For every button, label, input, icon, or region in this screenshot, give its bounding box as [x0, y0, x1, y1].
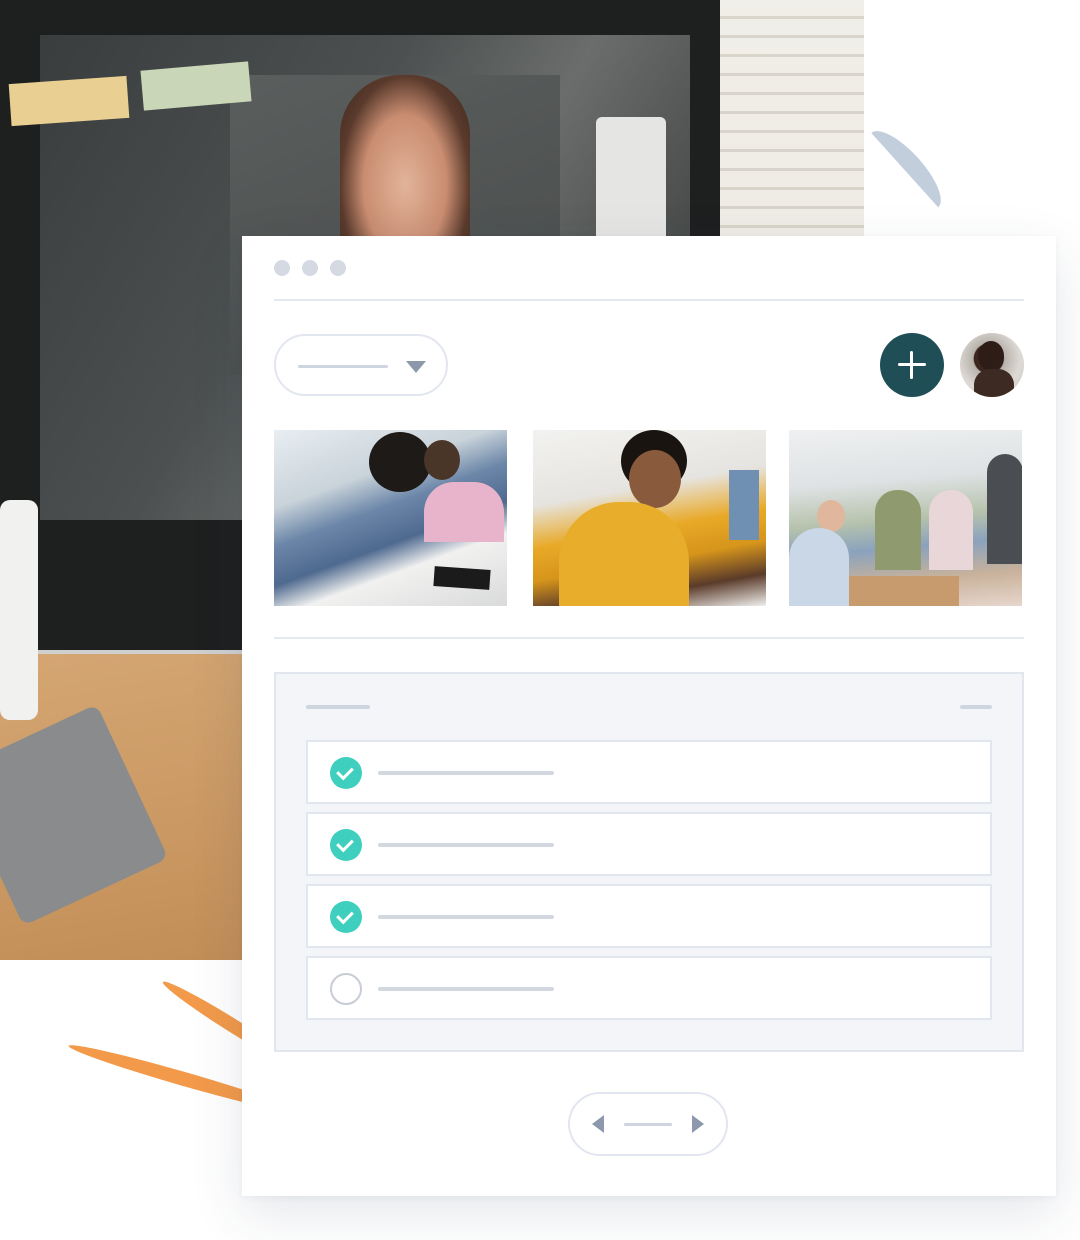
task-item[interactable]	[306, 956, 992, 1020]
task-panel-title-placeholder	[306, 705, 370, 709]
head-shape	[424, 440, 460, 480]
filter-dropdown[interactable]	[274, 334, 448, 396]
task-item[interactable]	[306, 884, 992, 948]
shirt-shape	[424, 482, 504, 542]
gallery-image-group-discussion[interactable]	[789, 430, 1022, 606]
task-text-placeholder	[378, 915, 554, 919]
gallery-divider	[274, 637, 1024, 639]
task-item[interactable]	[306, 812, 992, 876]
window-dot[interactable]	[302, 260, 318, 276]
shirt-shape	[559, 502, 689, 606]
task-text-placeholder	[378, 843, 554, 847]
add-button[interactable]	[880, 333, 944, 397]
clothes-rack-shape	[729, 470, 759, 540]
chevron-left-icon[interactable]	[592, 1115, 604, 1133]
notebook-shape	[433, 566, 491, 590]
task-item[interactable]	[306, 740, 992, 804]
hair-shape	[369, 432, 431, 492]
avatar-body	[974, 369, 1014, 397]
head-shape	[629, 450, 681, 508]
chevron-right-icon[interactable]	[692, 1115, 704, 1133]
gallery-image-students-writing[interactable]	[274, 430, 507, 606]
shirt-shape	[987, 454, 1022, 564]
header-divider	[274, 299, 1024, 301]
window-dot[interactable]	[330, 260, 346, 276]
app-window	[242, 236, 1056, 1196]
task-panel	[274, 672, 1024, 1052]
gallery-image-student-laptop[interactable]	[533, 430, 766, 606]
task-text-placeholder	[378, 771, 554, 775]
avatar-head	[978, 341, 1004, 371]
chevron-down-icon	[406, 361, 426, 373]
sticky-note	[8, 75, 130, 127]
window-dot[interactable]	[274, 260, 290, 276]
spray-bottle	[0, 500, 38, 720]
shirt-shape	[789, 528, 849, 606]
task-text-placeholder	[378, 987, 554, 991]
decor-stroke-blue	[871, 120, 952, 208]
check-icon[interactable]	[330, 829, 362, 861]
check-icon[interactable]	[330, 757, 362, 789]
table-shape	[849, 576, 959, 606]
shirt-shape	[875, 490, 921, 570]
task-panel-menu-placeholder[interactable]	[960, 705, 992, 709]
pagination	[568, 1092, 728, 1156]
dropdown-value-placeholder	[298, 365, 388, 368]
page-indicator-placeholder	[624, 1123, 672, 1126]
check-icon[interactable]	[330, 901, 362, 933]
avatar[interactable]	[960, 333, 1024, 397]
shirt-shape	[929, 490, 973, 570]
window-controls	[274, 260, 346, 276]
circle-icon[interactable]	[330, 973, 362, 1005]
